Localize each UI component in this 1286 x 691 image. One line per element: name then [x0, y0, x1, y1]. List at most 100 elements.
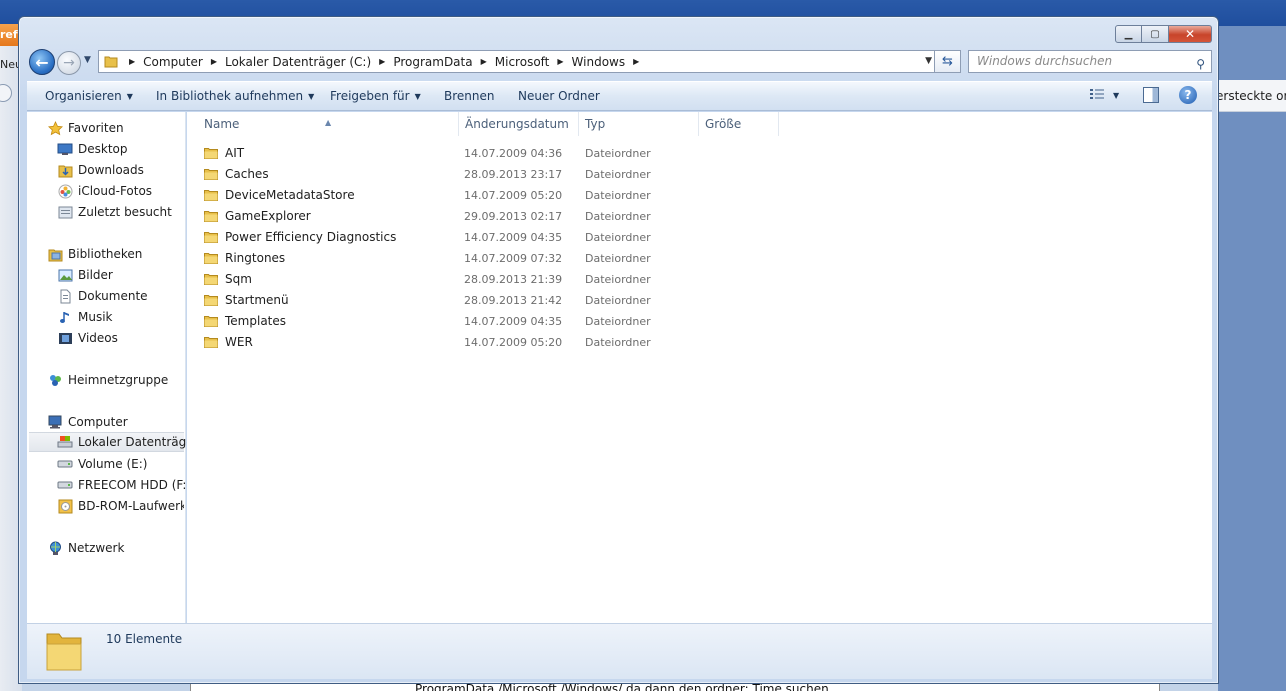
sidebar-item-homegroup[interactable]: Heimnetzgruppe	[47, 370, 168, 390]
sidebar-favorites-header[interactable]: Favoriten	[47, 118, 124, 138]
downloads-icon	[57, 162, 73, 178]
sidebar-libraries-header[interactable]: Bibliotheken	[47, 244, 142, 264]
sidebar-item-icloud[interactable]: iCloud-Fotos	[57, 181, 152, 201]
file-name-cell[interactable]: Power Efficiency Diagnostics	[204, 230, 396, 244]
breadcrumb-separator-icon[interactable]: ▶	[205, 57, 223, 66]
breadcrumb-separator-icon[interactable]: ▶	[551, 57, 569, 66]
sidebar-computer-header[interactable]: Computer	[47, 412, 128, 432]
file-row[interactable]: DeviceMetadataStore 14.07.2009 05:20 Datei…	[187, 185, 1212, 206]
column-header-label: Änderungsdatum	[465, 117, 569, 131]
file-name-cell[interactable]: DeviceMetadataStore	[204, 188, 355, 202]
file-name-cell[interactable]: Templates	[204, 314, 286, 328]
file-name-cell[interactable]: Ringtones	[204, 251, 285, 265]
breadcrumb-separator-icon[interactable]: ▶	[123, 57, 141, 66]
file-name-cell[interactable]: Caches	[204, 167, 269, 181]
sidebar-item-music[interactable]: Musik	[57, 307, 113, 327]
folder-icon	[204, 168, 218, 180]
sidebar-item-documents[interactable]: Dokumente	[57, 286, 148, 306]
sidebar-item-local-disk[interactable]: Lokaler Datenträger	[29, 432, 199, 452]
navigation-row: ← → ▼ ▶ Computer ▶ Lokaler Datenträger (…	[27, 47, 1212, 77]
folder-icon	[99, 51, 123, 72]
file-type: Dateiordner	[585, 294, 651, 307]
sidebar-item-recent[interactable]: Zuletzt besucht	[57, 202, 172, 222]
file-row[interactable]: Caches 28.09.2013 23:17 Dateiordner	[187, 164, 1212, 185]
file-type: Dateiordner	[585, 189, 651, 202]
view-options-dropdown-icon[interactable]: ▼	[1113, 91, 1119, 100]
file-row[interactable]: GameExplorer 29.09.2013 02:17 Dateiordner	[187, 206, 1212, 227]
sidebar-item-bd-rom[interactable]: BD-ROM-Laufwerk (	[57, 496, 184, 516]
breadcrumb-separator-icon[interactable]: ▶	[627, 57, 645, 66]
sidebar-item-label: Bilder	[78, 268, 113, 282]
file-name-cell[interactable]: Sqm	[204, 272, 252, 286]
caption-buttons: ▁ ▢ ✕	[1115, 25, 1212, 43]
column-header-size[interactable]: Größe	[699, 112, 779, 136]
share-button[interactable]: Freigeben für ▼	[330, 89, 421, 103]
column-header-type[interactable]: Typ	[579, 112, 699, 136]
file-row[interactable]: AIT 14.07.2009 04:36 Dateiordner	[187, 143, 1212, 164]
search-icon[interactable]: ⚲	[1196, 54, 1205, 75]
sidebar-item-desktop[interactable]: Desktop	[57, 139, 128, 159]
command-bar: Organisieren ▼ In Bibliothek aufnehmen ▼ F…	[27, 81, 1212, 111]
search-input[interactable]: Windows durchsuchen ⚲	[968, 50, 1212, 73]
file-row[interactable]: Sqm 28.09.2013 21:39 Dateiordner	[187, 269, 1212, 290]
file-name: Ringtones	[225, 251, 286, 265]
maximize-icon: ▢	[1150, 28, 1160, 40]
sidebar-item-label: Lokaler Datenträger	[78, 435, 199, 449]
file-row[interactable]: Power Efficiency Diagnostics 14.07.2009 0…	[187, 227, 1212, 248]
include-library-button[interactable]: In Bibliothek aufnehmen ▼	[156, 89, 314, 103]
back-button[interactable]: ←	[29, 49, 55, 75]
file-row[interactable]: Startmenü 28.09.2013 21:42 Dateiordner	[187, 290, 1212, 311]
chevron-down-icon: ▼	[126, 92, 133, 101]
file-row[interactable]: Templates 14.07.2009 04:35 Dateiordner	[187, 311, 1212, 332]
help-icon[interactable]: ?	[1179, 86, 1197, 104]
breadcrumb-computer[interactable]: Computer	[141, 51, 205, 72]
sidebar-item-pictures[interactable]: Bilder	[57, 265, 113, 285]
file-name-cell[interactable]: Startmenü	[204, 293, 289, 307]
sidebar-libraries-label: Bibliotheken	[68, 247, 143, 261]
minimize-button[interactable]: ▁	[1115, 25, 1142, 43]
sidebar-item-label: BD-ROM-Laufwerk (	[78, 499, 184, 513]
maximize-button[interactable]: ▢	[1142, 25, 1169, 43]
homegroup-icon	[47, 372, 63, 388]
folder-icon	[204, 231, 218, 243]
sidebar-item-label: iCloud-Fotos	[78, 184, 153, 198]
organize-button[interactable]: Organisieren ▼	[45, 89, 133, 103]
file-name-cell[interactable]: AIT	[204, 146, 244, 160]
breadcrumb-programdata[interactable]: ProgramData	[391, 51, 474, 72]
file-row[interactable]: Ringtones 14.07.2009 07:32 Dateiordner	[187, 248, 1212, 269]
include-library-label: In Bibliothek aufnehmen	[156, 89, 304, 103]
sort-ascending-icon: ▲	[325, 118, 332, 127]
sidebar-item-network[interactable]: Netzwerk	[47, 538, 124, 558]
sidebar-item-freecom-hdd[interactable]: FREECOM HDD (F:)	[57, 475, 191, 495]
address-bar[interactable]: ▶ Computer ▶ Lokaler Datenträger (C:) ▶ …	[98, 50, 935, 73]
sidebar-item-label: Zuletzt besucht	[78, 205, 172, 219]
column-header-name[interactable]: Name ▲	[187, 112, 459, 136]
breadcrumb-separator-icon[interactable]: ▶	[475, 57, 493, 66]
file-row[interactable]: WER 14.07.2009 05:20 Dateiordner	[187, 332, 1212, 353]
close-button[interactable]: ✕	[1169, 25, 1212, 43]
preview-pane-icon[interactable]	[1143, 87, 1159, 103]
sidebar-item-label: Musik	[78, 310, 113, 324]
file-name-cell[interactable]: WER	[204, 335, 253, 349]
history-dropdown-button[interactable]: ▼	[84, 55, 91, 65]
sidebar-item-label: Heimnetzgruppe	[68, 373, 169, 387]
file-date: 14.07.2009 05:20	[464, 336, 563, 349]
drive-icon	[57, 477, 73, 493]
new-folder-button[interactable]: Neuer Ordner	[518, 89, 600, 103]
refresh-button[interactable]: ⇆	[935, 50, 961, 73]
sidebar-item-volume-e[interactable]: Volume (E:)	[57, 454, 147, 474]
forward-button[interactable]: →	[57, 51, 81, 75]
breadcrumb-windows[interactable]: Windows	[570, 51, 628, 72]
breadcrumb-drive-c[interactable]: Lokaler Datenträger (C:)	[223, 51, 373, 72]
sidebar-item-videos[interactable]: Videos	[57, 328, 118, 348]
file-name-cell[interactable]: GameExplorer	[204, 209, 311, 223]
column-header-date[interactable]: Änderungsdatum	[459, 112, 579, 136]
sidebar-item-downloads[interactable]: Downloads	[57, 160, 144, 180]
breadcrumb-microsoft[interactable]: Microsoft	[493, 51, 552, 72]
new-folder-label: Neuer Ordner	[518, 89, 600, 103]
breadcrumb-separator-icon[interactable]: ▶	[373, 57, 391, 66]
view-options-icon[interactable]	[1089, 88, 1105, 102]
burn-button[interactable]: Brennen	[444, 89, 494, 103]
address-dropdown-icon[interactable]: ▼	[925, 56, 932, 66]
minimize-icon: ▁	[1124, 28, 1133, 40]
